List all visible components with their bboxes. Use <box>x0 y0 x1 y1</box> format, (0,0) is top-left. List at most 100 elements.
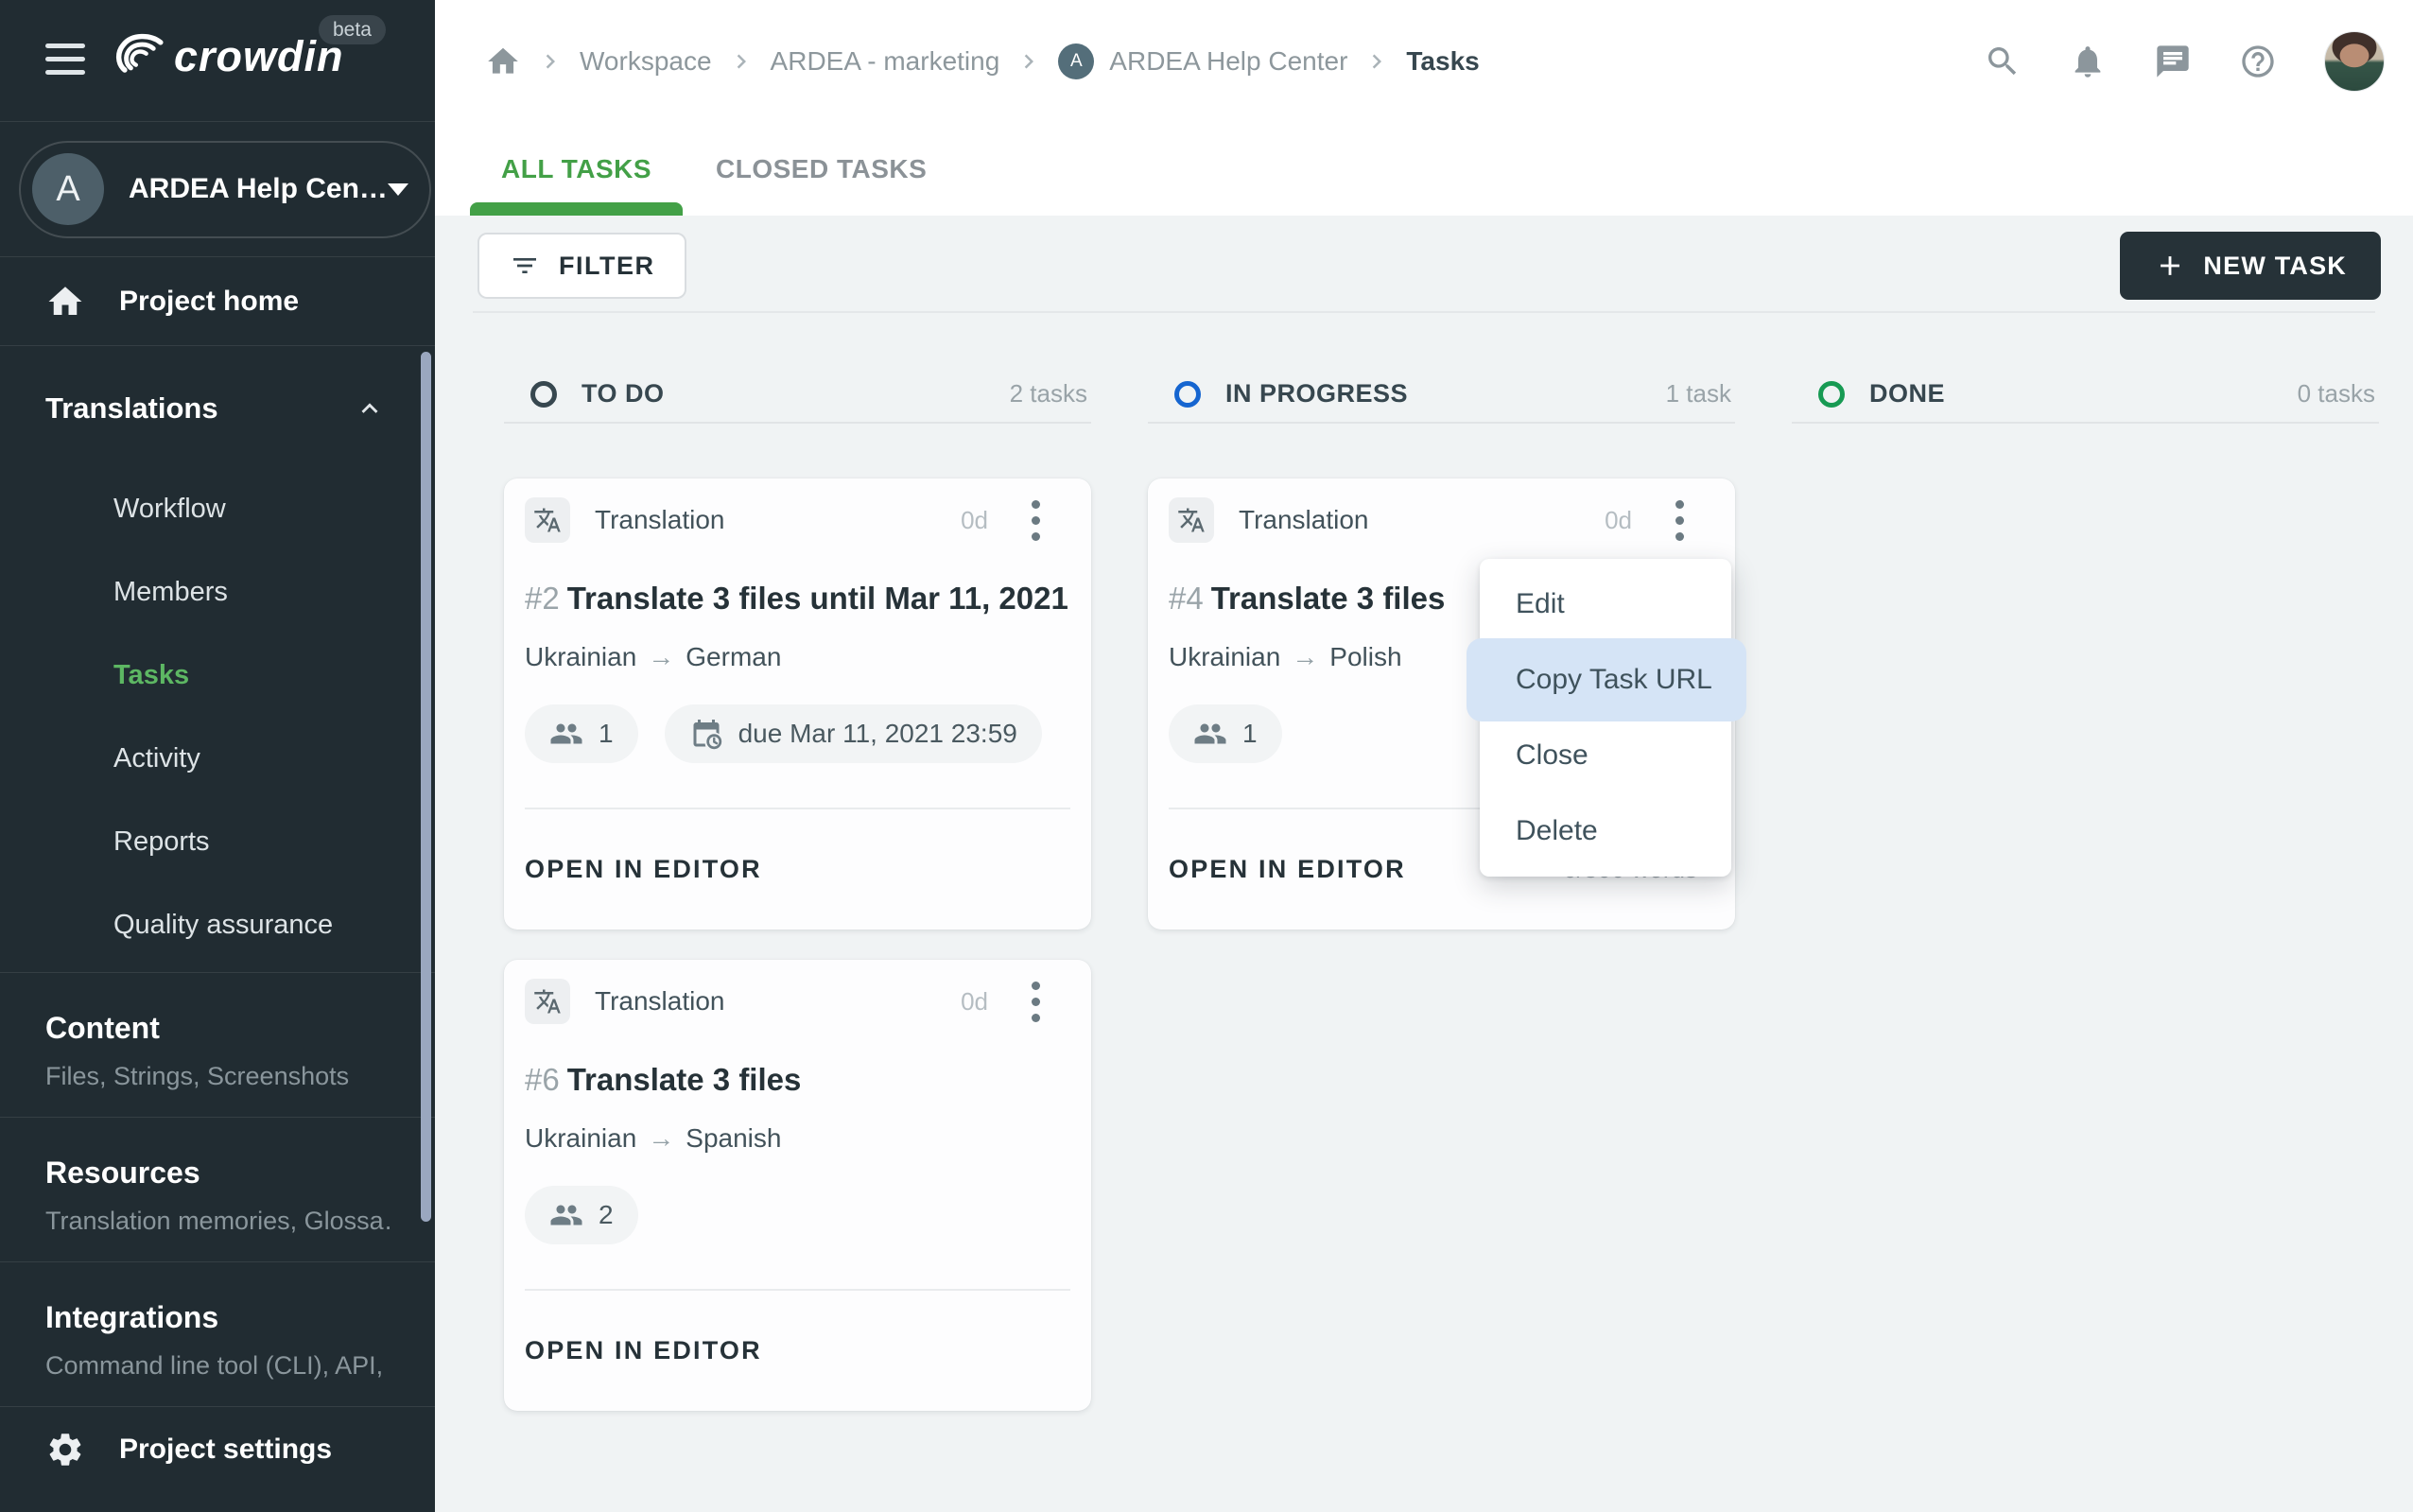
crowdin-logo-icon <box>110 32 166 81</box>
task-kebab-menu-icon[interactable] <box>1026 496 1046 545</box>
sidebar-item-label: Project home <box>119 286 299 318</box>
crowdin-logo[interactable]: crowdin <box>110 32 344 81</box>
home-icon[interactable] <box>485 43 521 79</box>
tab-all-tasks[interactable]: ALL TASKS <box>470 123 683 216</box>
sidebar-scrollbar-thumb[interactable] <box>421 352 431 1222</box>
project-name: ARDEA Help Cen… <box>129 173 388 205</box>
sidebar-item-reports[interactable]: Reports <box>0 800 435 883</box>
active-tab-indicator <box>470 202 683 216</box>
open-in-editor-button[interactable]: OPEN IN EDITOR <box>525 855 762 884</box>
sidebar-item-label: Project settings <box>119 1434 332 1466</box>
messages-chat-icon[interactable] <box>2154 43 2192 80</box>
help-icon[interactable] <box>2239 43 2277 80</box>
translations-section-toggle[interactable]: Translations <box>0 391 435 426</box>
assignees-chip: 1 <box>1169 704 1282 763</box>
target-language: Spanish <box>686 1123 781 1154</box>
language-pair: Ukrainian → Spanish <box>525 1123 1070 1154</box>
task-title-row: #2Translate 3 files until Mar 11, 2021 <box>525 580 1070 617</box>
column-header: TO DO 2 tasks <box>504 313 1091 424</box>
task-age: 0d <box>961 506 988 535</box>
logo-wordmark: crowdin <box>174 32 344 81</box>
arrow-right-icon: → <box>648 642 674 672</box>
menu-item-copy-task-url[interactable]: Copy Task URL <box>1480 642 1731 718</box>
column-cards: Translation 0d #2Translate 3 files until… <box>504 424 1091 1411</box>
column-count: 2 tasks <box>1010 379 1087 408</box>
group-subtitle: Command line tool (CLI), API, … <box>45 1351 390 1381</box>
open-in-editor-button[interactable]: OPEN IN EDITOR <box>1169 855 1406 884</box>
status-ring-icon <box>530 381 557 408</box>
target-language: Polish <box>1329 642 1401 672</box>
status-ring-icon <box>1174 381 1201 408</box>
menu-item-delete[interactable]: Delete <box>1480 793 1731 869</box>
column-count: 1 task <box>1666 379 1731 408</box>
notifications-bell-icon[interactable] <box>2069 43 2107 80</box>
topbar: Workspace ARDEA - marketing A ARDEA Help… <box>435 0 2413 123</box>
task-type-label: Translation <box>595 986 724 1017</box>
task-title: Translate 3 files until Mar 11, 2021 <box>567 581 1068 616</box>
sidebar-item-quality-assurance[interactable]: Quality assurance <box>0 883 435 966</box>
caret-down-icon <box>388 183 408 196</box>
assignees-count: 1 <box>599 719 614 749</box>
sidebar-item-resources[interactable]: Resources Translation memories, Glossa… <box>0 1118 435 1262</box>
new-task-button[interactable]: NEW TASK <box>2120 232 2381 300</box>
beta-badge: beta <box>319 15 386 44</box>
open-in-editor-button[interactable]: OPEN IN EDITOR <box>525 1336 762 1365</box>
hamburger-menu-icon[interactable] <box>45 43 85 75</box>
sidebar-item-project-settings[interactable]: Project settings <box>0 1407 435 1492</box>
card-divider <box>525 808 1070 809</box>
column-count: 0 tasks <box>2298 379 2375 408</box>
group-subtitle: Translation memories, Glossa… <box>45 1207 390 1236</box>
task-id: #6 <box>525 1062 560 1097</box>
tab-closed-tasks[interactable]: CLOSED TASKS <box>685 123 958 216</box>
filter-button[interactable]: FILTER <box>477 233 686 299</box>
sidebar-item-content[interactable]: Content Files, Strings, Screenshots <box>0 973 435 1118</box>
source-language: Ukrainian <box>525 642 636 672</box>
task-title: Translate 3 files <box>567 1062 802 1097</box>
project-selector[interactable]: A ARDEA Help Cen… <box>19 141 431 238</box>
sidebar-item-integrations[interactable]: Integrations Command line tool (CLI), AP… <box>0 1262 435 1407</box>
sidebar-item-activity[interactable]: Activity <box>0 717 435 800</box>
breadcrumb-project[interactable]: ARDEA Help Center <box>1109 46 1347 77</box>
breadcrumb-current-tasks: Tasks <box>1406 46 1479 77</box>
column-done: DONE 0 tasks <box>1792 313 2379 1411</box>
sidebar: crowdin beta A ARDEA Help Cen… Project h… <box>0 0 435 1512</box>
column-to-do: TO DO 2 tasks Translation 0d #2T <box>504 313 1091 1411</box>
assignees-count: 2 <box>599 1200 614 1230</box>
task-title: Translate 3 files <box>1211 581 1446 616</box>
breadcrumb-project-avatar: A <box>1058 43 1094 79</box>
people-icon <box>549 1198 583 1232</box>
menu-item-close[interactable]: Close <box>1480 718 1731 793</box>
home-icon <box>45 282 85 322</box>
search-icon[interactable] <box>1984 43 2022 80</box>
toolbar: FILTER NEW TASK <box>435 216 2413 300</box>
menu-item-edit[interactable]: Edit <box>1480 566 1731 642</box>
translation-type-icon <box>525 497 570 543</box>
breadcrumb-workspace[interactable]: Workspace <box>580 46 712 77</box>
sidebar-item-project-home[interactable]: Project home <box>0 257 435 346</box>
breadcrumb-org[interactable]: ARDEA - marketing <box>771 46 1000 77</box>
assignees-chip: 2 <box>525 1186 638 1244</box>
tab-label: ALL TASKS <box>501 154 651 184</box>
user-avatar[interactable] <box>2324 31 2385 92</box>
group-subtitle: Files, Strings, Screenshots <box>45 1062 390 1091</box>
translations-nav: Workflow Members Tasks Activity Reports … <box>0 426 435 972</box>
assignees-chip: 1 <box>525 704 638 763</box>
task-type-label: Translation <box>1239 505 1368 535</box>
sidebar-item-workflow[interactable]: Workflow <box>0 467 435 550</box>
task-kebab-menu-icon[interactable] <box>1026 978 1046 1026</box>
status-ring-icon <box>1818 381 1845 408</box>
arrow-right-icon: → <box>648 1123 674 1154</box>
chevron-right-icon <box>1363 47 1391 76</box>
chevron-right-icon <box>1015 47 1043 76</box>
sidebar-item-members[interactable]: Members <box>0 550 435 634</box>
task-kebab-menu-icon[interactable] <box>1670 496 1690 545</box>
tasks-tabs: ALL TASKS CLOSED TASKS <box>435 123 2413 216</box>
people-icon <box>1193 717 1227 751</box>
task-title-row: #6Translate 3 files <box>525 1061 1070 1099</box>
topbar-actions <box>1984 31 2413 92</box>
sidebar-item-tasks[interactable]: Tasks <box>0 634 435 717</box>
translation-type-icon <box>1169 497 1214 543</box>
people-icon <box>549 717 583 751</box>
task-card-6: Translation 0d #6Translate 3 files Ukrai… <box>504 960 1091 1411</box>
column-header: IN PROGRESS 1 task <box>1148 313 1735 424</box>
